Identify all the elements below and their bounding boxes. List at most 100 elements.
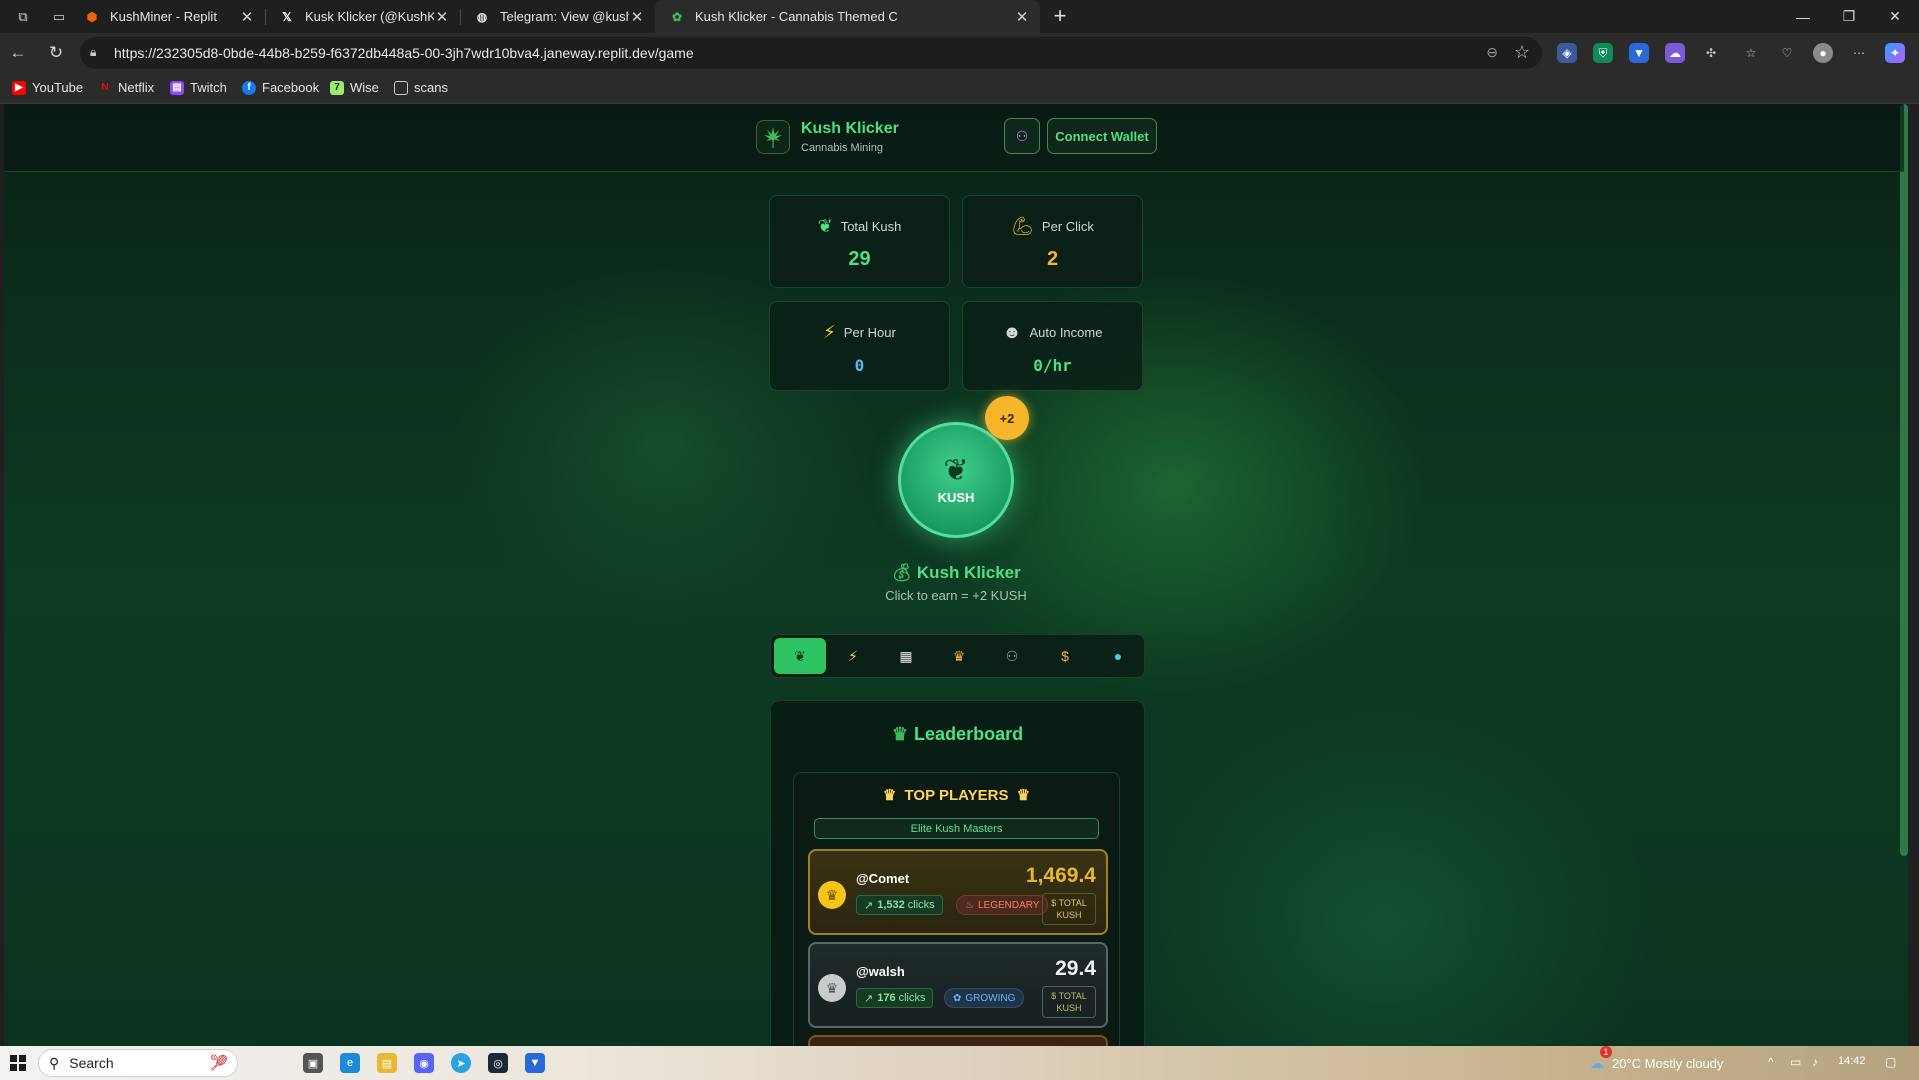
tab-actions-icon[interactable]: ▭ — [48, 6, 70, 28]
menu-tab-upgrades[interactable]: ⚡︎ — [827, 638, 879, 674]
tab-kusk-klicker-x[interactable]: 𝕏 Kusk Klicker (@KushKlicker) / X ✕ — [265, 0, 460, 33]
task-view-icon[interactable]: ▣ — [303, 1053, 323, 1073]
cannabis-leaf-icon — [764, 127, 782, 148]
bookmark-youtube[interactable]: ▶ YouTube — [12, 80, 83, 95]
total-kush-value: 29 — [848, 248, 871, 270]
fire-icon: ♨ — [965, 899, 974, 911]
close-tab-icon[interactable]: ✕ — [434, 8, 450, 26]
trend-up-icon: ↗ — [864, 899, 874, 912]
steam-icon[interactable]: ◎ — [488, 1053, 508, 1073]
app-title: Kush Klicker — [801, 120, 899, 137]
vpn-icon[interactable]: ▼ — [1629, 43, 1649, 63]
bookmarks-bar: ▶ YouTube N Netflix ▤ Twitch f Facebook … — [0, 74, 1919, 104]
leaf-icon: ❦ — [817, 216, 833, 236]
money-bag-icon: $ — [1051, 991, 1057, 1001]
youtube-icon: ▶ — [12, 80, 26, 95]
money-bag-icon: $ — [1051, 898, 1057, 908]
lightning-icon: ⚡︎ — [848, 647, 858, 664]
bookmark-netflix[interactable]: N Netflix — [98, 80, 154, 95]
volume-icon[interactable]: ♪ — [1812, 1055, 1818, 1069]
stat-auto-income: ☻ Auto Income 0/hr — [962, 301, 1143, 391]
site-info-icon[interactable]: 🔒︎ — [90, 45, 106, 61]
search-icon: ⚲ — [49, 1054, 60, 1071]
tray-chevron-icon[interactable]: ^ — [1768, 1055, 1774, 1069]
browser-tab-bar: ⧉ ▭ ⬢ KushMiner - Replit ✕ 𝕏 Kusk Klicke… — [0, 0, 1919, 33]
profile-button[interactable]: ⚇ — [1004, 118, 1040, 154]
menu-tab-store[interactable]: ▦ — [880, 638, 932, 674]
notification-badge: 1 — [1600, 1046, 1612, 1058]
page-scrollbar[interactable] — [1900, 104, 1908, 856]
file-explorer-icon[interactable]: ▤ — [377, 1053, 397, 1073]
notifications-icon[interactable]: ▢ — [1885, 1055, 1896, 1069]
cloud-icon: ☁ — [1590, 1055, 1604, 1071]
vpn-app-icon[interactable]: ▼ — [525, 1053, 545, 1073]
bookmark-facebook[interactable]: f Facebook — [242, 80, 319, 95]
users-icon: ⚇ — [1015, 127, 1029, 144]
total-kush-label: $ TOTAL KUSH — [1042, 986, 1096, 1018]
leaderboard-row[interactable]: ♛ @walsh 29.4 ↗ 176 clicks ✿ GROWING $ T… — [808, 942, 1108, 1028]
profile-avatar-icon[interactable]: ● — [1813, 43, 1833, 63]
favorite-star-icon[interactable]: ☆ — [1514, 42, 1530, 63]
back-icon[interactable]: ← — [6, 41, 30, 65]
shield-icon[interactable]: ⛨ — [1593, 43, 1613, 63]
favorites-icon[interactable]: ☆ — [1741, 43, 1761, 63]
close-tab-icon[interactable]: ✕ — [1014, 8, 1030, 26]
stat-per-hour: ⚡︎ Per Hour 0 — [769, 301, 950, 391]
app-logo — [756, 120, 790, 154]
twitch-icon: ▤ — [170, 80, 184, 95]
leaderboard-row-partial[interactable] — [808, 1035, 1108, 1046]
connect-wallet-button[interactable]: Connect Wallet — [1047, 118, 1157, 154]
windows-start-icon[interactable] — [10, 1055, 26, 1071]
extension-icon[interactable]: ◈ — [1557, 43, 1577, 63]
zoom-icon[interactable]: ⊖ — [1486, 44, 1498, 61]
gold-medal-icon: ♛ — [818, 881, 846, 909]
menu-tab-mine[interactable]: ❦ — [774, 638, 826, 674]
url-field[interactable]: 🔒︎ https://232305d8-0bde-44b8-b259-f6372… — [80, 37, 1542, 69]
trophy-icon: ♛ — [952, 647, 966, 664]
workspaces-icon[interactable]: ⧉ — [12, 6, 34, 28]
copilot-icon[interactable]: ✦ — [1885, 43, 1905, 63]
rank-badge: ✿ GROWING — [944, 988, 1025, 1008]
lightning-icon: ⚡︎ — [823, 322, 836, 342]
menu-tab-web[interactable]: ● — [1092, 638, 1144, 674]
game-subtitle: Click to earn = +2 KUSH — [885, 588, 1027, 603]
discord-icon[interactable]: ◉ — [414, 1053, 434, 1073]
menu-tab-leaderboard[interactable]: ♛ — [933, 638, 985, 674]
more-menu-icon[interactable]: ⋯ — [1849, 43, 1869, 63]
wise-icon: 7 — [330, 80, 344, 95]
network-icon[interactable]: ▭ — [1790, 1055, 1801, 1069]
bookmark-scans-folder[interactable]: scans — [394, 80, 448, 95]
sprout-icon: ✿ — [953, 992, 962, 1004]
cloud-extension-icon[interactable]: ☁ — [1665, 43, 1685, 63]
new-tab-button[interactable]: + — [1047, 4, 1073, 30]
refresh-icon[interactable]: ↻ — [44, 41, 68, 65]
restore-button[interactable]: ❐ — [1826, 0, 1872, 33]
bookmark-wise[interactable]: 7 Wise — [330, 80, 379, 95]
clock[interactable]: 14:42 — [1838, 1055, 1866, 1067]
tab-kush-klicker-active[interactable]: ✿ Kush Klicker - Cannabis Themed C ✕ — [655, 0, 1040, 33]
game-title: 💰︎ Kush Klicker — [891, 563, 1021, 582]
kush-click-button[interactable]: ❦ KUSH — [898, 422, 1014, 538]
taskbar-search[interactable]: ⚲ Search 🎾︎ — [38, 1049, 238, 1077]
menu-tab-friends[interactable]: ⚇ — [986, 638, 1038, 674]
edge-icon[interactable]: e — [340, 1053, 360, 1073]
weather-widget[interactable]: ☁ 20°C Mostly cloudy — [1590, 1055, 1723, 1072]
leaf-icon: ❦ — [943, 453, 969, 487]
bookmark-twitch[interactable]: ▤ Twitch — [170, 80, 227, 95]
close-tab-icon[interactable]: ✕ — [239, 8, 255, 26]
app-subtitle: Cannabis Mining — [801, 142, 883, 154]
globe-icon: ● — [1113, 648, 1123, 664]
tab-telegram[interactable]: ◍ Telegram: View @kushklicker ✕ — [460, 0, 655, 33]
close-tab-icon[interactable]: ✕ — [629, 8, 645, 26]
tab-kushminer-replit[interactable]: ⬢ KushMiner - Replit ✕ — [70, 0, 265, 33]
silver-medal-icon: ♛ — [818, 974, 846, 1002]
telegram-icon[interactable]: ➤ — [451, 1053, 471, 1073]
menu-tab-earn[interactable]: $ — [1039, 638, 1091, 674]
minimize-button[interactable]: — — [1780, 0, 1826, 33]
extensions-puzzle-icon[interactable]: ✣ — [1701, 43, 1721, 63]
stat-per-click: 💪︎ Per Click 2 — [962, 195, 1143, 288]
close-window-button[interactable]: ✕ — [1872, 0, 1918, 33]
replit-icon: ⬢ — [86, 9, 98, 24]
leaderboard-row[interactable]: ♛ @Comet 1,469.4 ↗ 1,532 clicks ♨ LEGEND… — [808, 849, 1108, 935]
browser-essentials-icon[interactable]: ♡ — [1777, 43, 1797, 63]
